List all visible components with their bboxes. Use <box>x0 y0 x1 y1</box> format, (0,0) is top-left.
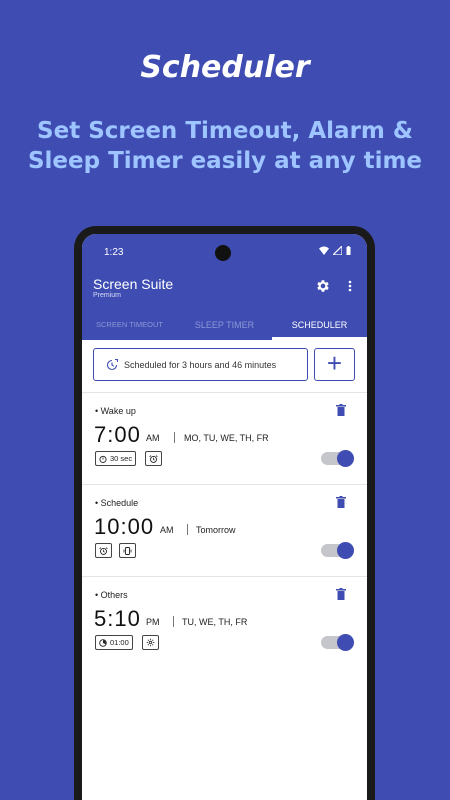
alarm-name: • Schedule <box>95 498 139 508</box>
alarm-name: • Wake up <box>95 406 136 416</box>
sleep-timer-icon <box>99 638 107 647</box>
chip-label: 01:00 <box>110 638 129 647</box>
chip-label: 30 sec <box>110 454 133 463</box>
alarm-chip <box>145 451 162 466</box>
signal-icon <box>333 246 342 255</box>
alarm-days: TU, WE, TH, FR <box>182 617 248 627</box>
phone-screen: 1:23 Screen Suite Premium SCREEN TIMEOUT… <box>82 234 367 800</box>
sleep-timer-chip: 01:00 <box>95 635 133 650</box>
camera-cutout <box>215 245 231 261</box>
alarm-item-wake-up[interactable]: • Wake up 7:00 AM MO, TU, WE, TH, FR 30 … <box>82 392 367 484</box>
app-subtitle: Premium <box>93 292 122 299</box>
add-schedule-button[interactable]: + <box>314 348 355 381</box>
settings-chip <box>142 635 159 650</box>
alarm-clock-icon <box>99 546 108 555</box>
alarm-days: Tomorrow <box>196 525 236 535</box>
alarm-toggle[interactable] <box>321 542 354 559</box>
alarm-clock-icon <box>149 454 158 463</box>
status-icons <box>319 246 351 255</box>
delete-icon[interactable] <box>336 496 346 508</box>
tab-bar: SCREEN TIMEOUT SLEEP TIMER SCHEDULER <box>82 314 367 340</box>
alarm-item-others[interactable]: • Others 5:10 PM TU, WE, TH, FR 01:00 <box>82 576 367 668</box>
vibrate-icon <box>123 546 132 555</box>
gear-icon <box>146 638 155 647</box>
settings-gear-icon[interactable] <box>315 278 331 294</box>
separator <box>173 616 174 627</box>
alarm-ampm: PM <box>146 617 160 627</box>
alarm-chip <box>95 543 112 558</box>
alarm-time: 7:00 <box>94 422 141 447</box>
separator <box>174 432 175 443</box>
schedule-clock-icon <box>106 358 118 370</box>
status-time: 1:23 <box>104 247 124 258</box>
battery-icon <box>346 246 351 255</box>
promo-title: Scheduler <box>140 50 310 85</box>
alarm-item-schedule[interactable]: • Schedule 10:00 AM Tomorrow <box>82 484 367 576</box>
alarm-toggle[interactable] <box>321 634 354 651</box>
tab-sleep-timer[interactable]: SLEEP TIMER <box>177 314 272 340</box>
separator <box>187 524 188 535</box>
delete-icon[interactable] <box>336 404 346 416</box>
alarm-ampm: AM <box>160 525 174 535</box>
tab-screen-timeout[interactable]: SCREEN TIMEOUT <box>82 314 177 340</box>
app-title: Screen Suite <box>93 276 174 292</box>
delete-icon[interactable] <box>336 588 346 600</box>
timer-icon <box>99 455 107 463</box>
promo-subtitle: Set Screen Timeout, Alarm & Sleep Timer … <box>27 118 423 174</box>
alarm-days: MO, TU, WE, TH, FR <box>184 433 269 443</box>
tab-scheduler[interactable]: SCHEDULER <box>272 314 367 340</box>
schedule-summary-text: Scheduled for 3 hours and 46 minutes <box>124 359 277 370</box>
alarm-time: 10:00 <box>94 514 155 539</box>
wifi-icon <box>319 246 329 255</box>
alarm-time: 5:10 <box>94 606 141 631</box>
app-bar: 1:23 Screen Suite Premium SCREEN TIMEOUT… <box>82 234 367 340</box>
timer-chip: 30 sec <box>95 451 137 466</box>
alarm-ampm: AM <box>146 433 160 443</box>
schedule-summary[interactable]: Scheduled for 3 hours and 46 minutes <box>93 348 308 381</box>
alarm-toggle[interactable] <box>321 450 354 467</box>
more-vert-icon[interactable] <box>346 278 354 294</box>
vibrate-chip <box>119 543 136 558</box>
alarm-name: • Others <box>95 590 128 600</box>
